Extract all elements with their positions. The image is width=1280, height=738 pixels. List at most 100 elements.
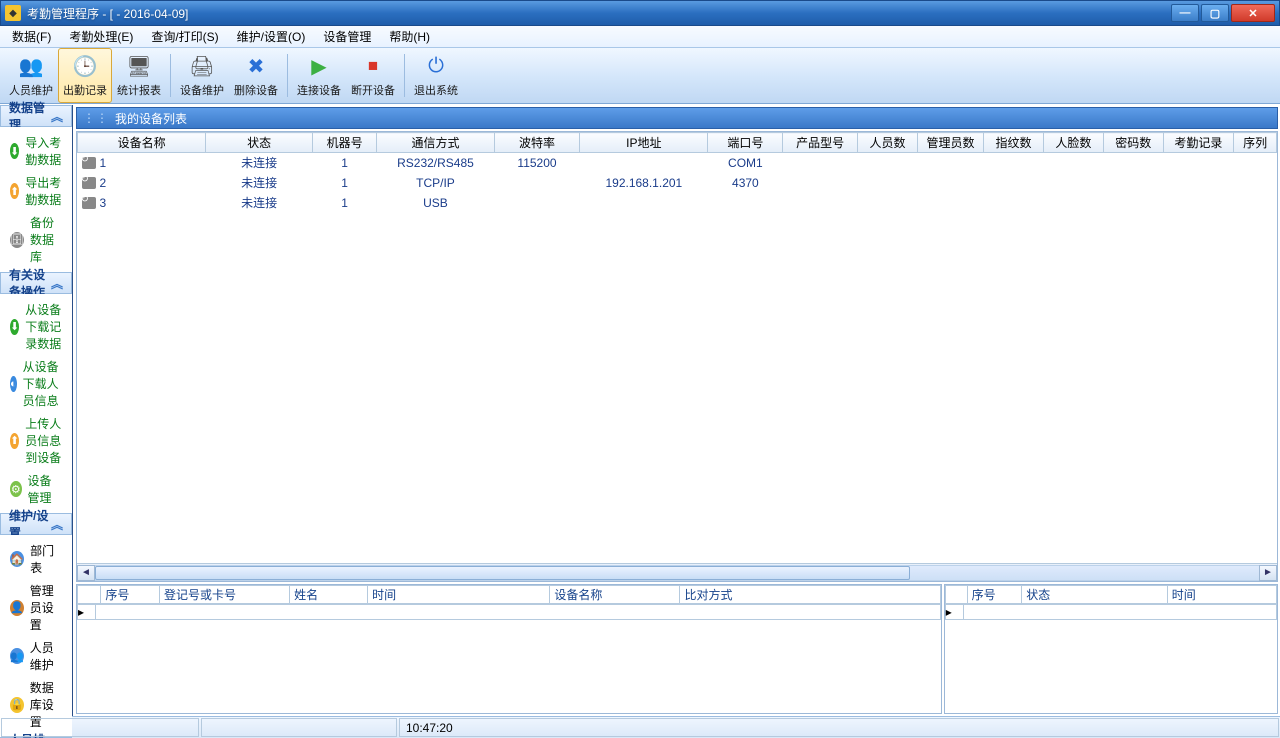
toolbar-separator <box>404 54 405 97</box>
close-button[interactable]: ✕ <box>1231 4 1275 22</box>
col-IP地址[interactable]: IP地址 <box>580 133 708 153</box>
sidebar-item-管理员设置[interactable]: 👤管理员设置 <box>0 579 72 636</box>
toolbar-icon: 🖥 <box>125 54 153 80</box>
col-产品型号[interactable]: 产品型号 <box>783 133 858 153</box>
col-人员数[interactable]: 人员数 <box>858 133 918 153</box>
bt1-col-登记号或卡号[interactable]: 登记号或卡号 <box>159 586 289 604</box>
refresh-icon <box>82 157 96 169</box>
minimize-button[interactable]: — <box>1171 4 1199 22</box>
sidebar-item-导出考勤数据[interactable]: ⬆导出考勤数据 <box>0 171 72 211</box>
col-设备名称[interactable]: 设备名称 <box>78 133 206 153</box>
status-time: 10:47:20 <box>399 718 1279 737</box>
table-row[interactable]: 2未连接1TCP/IP192.168.1.2014370 <box>78 173 1277 193</box>
scroll-thumb[interactable] <box>95 566 910 580</box>
toolbar-label: 出勤记录 <box>63 82 107 98</box>
toolbar-icon: ▶ <box>305 54 333 80</box>
toolbar-连接设备[interactable]: ▶连接设备 <box>292 48 346 103</box>
col-密码数[interactable]: 密码数 <box>1103 133 1163 153</box>
col-管理员数[interactable]: 管理员数 <box>917 133 983 153</box>
scroll-track[interactable] <box>95 565 1259 581</box>
toolbar-icon: 🕒 <box>71 54 99 80</box>
col-状态[interactable]: 状态 <box>206 133 313 153</box>
row-marker: ▸ <box>945 605 963 620</box>
cell: TCP/IP <box>377 173 495 193</box>
window-title: 考勤管理程序 - [ - 2016-04-09] <box>27 5 1171 22</box>
sidebar-item-icon: 🗄 <box>10 232 24 248</box>
menu-query[interactable]: 查询/打印(S) <box>143 26 226 47</box>
cell: 2 <box>78 173 206 193</box>
sidebar-item-上传人员信息到设备[interactable]: ⬆上传人员信息到设备 <box>0 412 72 469</box>
col-端口号[interactable]: 端口号 <box>708 133 783 153</box>
scroll-right-icon[interactable]: ► <box>1259 565 1277 581</box>
col-考勤记录[interactable]: 考勤记录 <box>1163 133 1234 153</box>
bt1-col-姓名[interactable]: 姓名 <box>290 586 368 604</box>
cell <box>1163 153 1234 173</box>
sidebar-group-数据管理[interactable]: 数据管理︽ <box>0 105 72 127</box>
cell <box>1163 193 1234 213</box>
menu-maintain[interactable]: 维护/设置(O) <box>229 26 314 47</box>
sidebar-item-备份数据库[interactable]: 🗄备份数据库 <box>0 211 72 268</box>
col-指纹数[interactable]: 指纹数 <box>984 133 1044 153</box>
device-table-container: 设备名称状态机器号通信方式波特率IP地址端口号产品型号人员数管理员数指纹数人脸数… <box>76 131 1278 582</box>
scroll-left-icon[interactable]: ◄ <box>77 565 95 581</box>
bt1-col-序号[interactable]: 序号 <box>101 586 160 604</box>
col-序列[interactable]: 序列 <box>1234 133 1277 153</box>
maximize-button[interactable]: ▢ <box>1201 4 1229 22</box>
cell <box>984 193 1044 213</box>
col-机器号[interactable]: 机器号 <box>313 133 377 153</box>
cell <box>1103 173 1163 193</box>
col-波特率[interactable]: 波特率 <box>494 133 579 153</box>
bt1-col-时间[interactable]: 时间 <box>368 586 550 604</box>
sidebar-group-有关设备操作[interactable]: 有关设备操作︽ <box>0 272 72 294</box>
sidebar-item-label: 从设备下载人员信息 <box>23 358 62 409</box>
window-controls: — ▢ ✕ <box>1171 4 1275 22</box>
sidebar-item-从设备下载人员信息[interactable]: ◐从设备下载人员信息 <box>0 355 72 412</box>
toolbar-人员维护[interactable]: 👥人员维护 <box>4 48 58 103</box>
cell: RS232/RS485 <box>377 153 495 173</box>
menu-attendance[interactable]: 考勤处理(E) <box>61 26 141 47</box>
sidebar-item-部门表[interactable]: 🏠部门表 <box>0 539 72 579</box>
menu-help[interactable]: 帮助(H) <box>381 26 438 47</box>
bt2-col-序号[interactable]: 序号 <box>967 586 1022 604</box>
toolbar-icon: ⏹ <box>359 54 387 80</box>
toolbar-统计报表[interactable]: 🖥 统计报表 <box>112 48 166 103</box>
toolbar-label: 删除设备 <box>234 82 278 98</box>
toolbar-label: 设备维护 <box>180 82 224 98</box>
toolbar-出勤记录[interactable]: 🕒 出勤记录 <box>58 48 112 103</box>
toolbar-断开设备[interactable]: ⏹断开设备 <box>346 48 400 103</box>
toolbar-退出系统[interactable]: ⏻退出系统 <box>409 48 463 103</box>
device-table[interactable]: 设备名称状态机器号通信方式波特率IP地址端口号产品型号人员数管理员数指纹数人脸数… <box>77 132 1277 213</box>
toolbar-label: 统计报表 <box>117 82 161 98</box>
cell: 115200 <box>494 153 579 173</box>
cell: 1 <box>313 153 377 173</box>
cell <box>858 153 918 173</box>
sidebar-group-body: ⬇从设备下载记录数据◐从设备下载人员信息⬆上传人员信息到设备⚙设备管理 <box>0 294 72 513</box>
sidebar-item-设备管理[interactable]: ⚙设备管理 <box>0 469 72 509</box>
cell: 未连接 <box>206 153 313 173</box>
menu-device[interactable]: 设备管理 <box>315 26 379 47</box>
table-row[interactable]: 1未连接1RS232/RS485115200COM1 <box>78 153 1277 173</box>
table-row[interactable]: 3未连接1USB <box>78 193 1277 213</box>
bt2-col-时间[interactable]: 时间 <box>1167 586 1276 604</box>
cell <box>1234 193 1277 213</box>
col-通信方式[interactable]: 通信方式 <box>377 133 495 153</box>
sidebar-item-icon: ⬆ <box>10 183 19 199</box>
bt2-col-状态[interactable]: 状态 <box>1022 586 1168 604</box>
bt1-col-设备名称[interactable]: 设备名称 <box>550 586 680 604</box>
cell <box>580 193 708 213</box>
toolbar-separator <box>287 54 288 97</box>
col-人脸数[interactable]: 人脸数 <box>1043 133 1103 153</box>
bt1-col-比对方式[interactable]: 比对方式 <box>680 586 940 604</box>
toolbar-删除设备[interactable]: ✖删除设备 <box>229 48 283 103</box>
sidebar-group-维护/设置[interactable]: 维护/设置︽ <box>0 513 72 535</box>
sidebar-item-人员维护[interactable]: 👥人员维护 <box>0 636 72 676</box>
toolbar-设备维护[interactable]: 🖨设备维护 <box>175 48 229 103</box>
sidebar-item-导入考勤数据[interactable]: ⬇导入考勤数据 <box>0 131 72 171</box>
cell: 3 <box>78 193 206 213</box>
sidebar-item-从设备下载记录数据[interactable]: ⬇从设备下载记录数据 <box>0 298 72 355</box>
sidebar-group-body: ⬇导入考勤数据⬆导出考勤数据🗄备份数据库 <box>0 127 72 272</box>
panel-title: 我的设备列表 <box>115 110 187 127</box>
h-scrollbar[interactable]: ◄ ► <box>77 563 1277 581</box>
menu-data[interactable]: 数据(F) <box>4 26 59 47</box>
sidebar-item-label: 上传人员信息到设备 <box>25 415 62 466</box>
